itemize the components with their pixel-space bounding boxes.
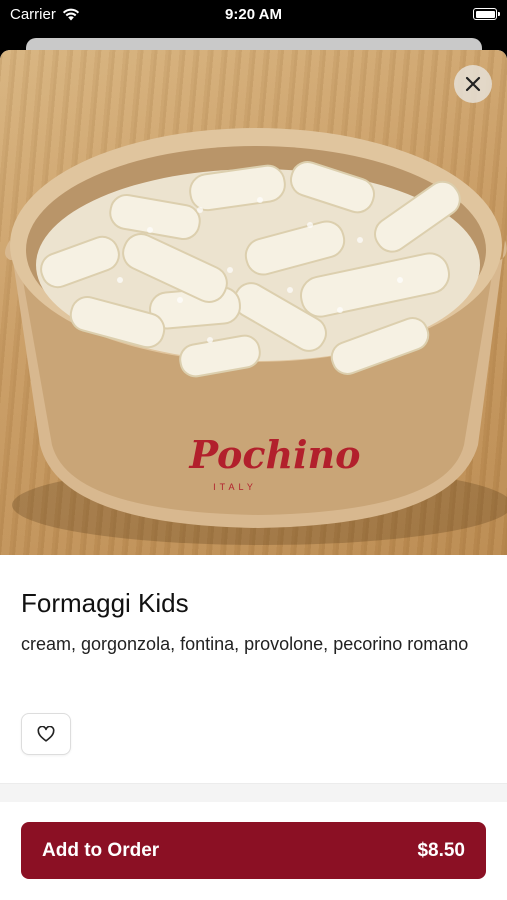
product-image: Pochino ITALY [0,50,507,555]
status-time: 9:20 AM [225,6,282,23]
product-description: cream, gorgonzola, fontina, provolone, p… [21,634,469,654]
add-to-order-label: Add to Order [42,839,160,861]
heart-icon [37,726,55,742]
product-info: Formaggi Kids cream, gorgonzola, fontina… [21,588,486,658]
price-label: $8.50 [417,839,465,861]
add-to-order-button[interactable]: Add to Order $8.50 [21,822,486,879]
close-icon [465,76,481,92]
battery-icon [473,8,500,20]
pasta-bowl-illustration: Pochino ITALY [5,128,507,545]
close-button[interactable] [454,65,492,103]
status-bar: Carrier 9:20 AM [0,0,507,30]
section-divider [0,783,507,802]
product-title: Formaggi Kids [21,588,189,618]
product-sheet: Pochino ITALY Formaggi Kids cream, gorgo… [0,50,507,900]
favorite-button[interactable] [21,713,71,755]
svg-text:ITALY: ITALY [213,482,257,492]
svg-text:Pochino: Pochino [188,432,360,477]
